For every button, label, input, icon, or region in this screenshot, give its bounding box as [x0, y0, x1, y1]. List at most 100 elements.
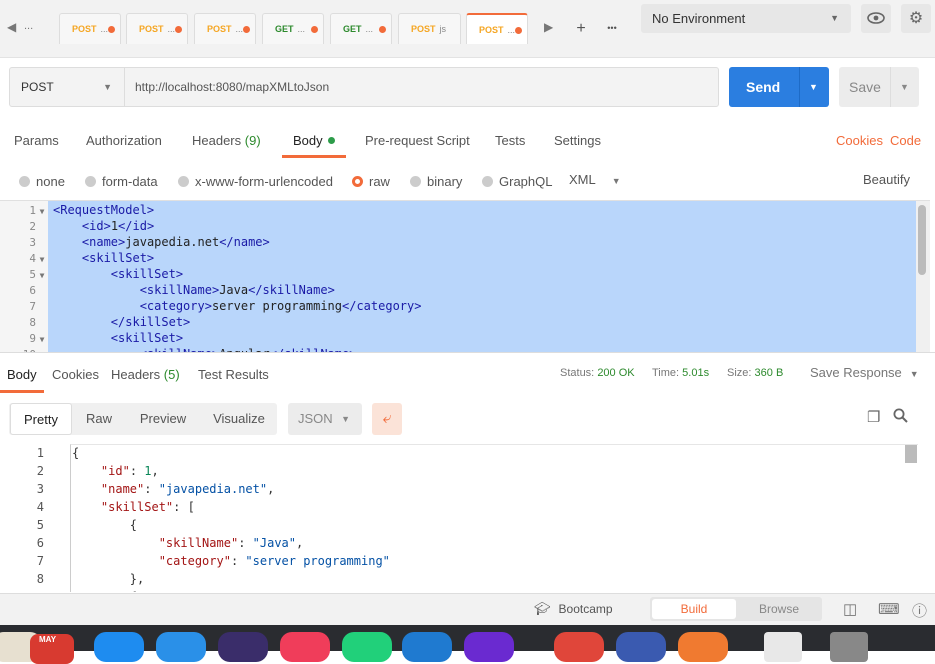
method-select[interactable]: POST ▼	[9, 67, 125, 107]
request-tab[interactable]: GET...	[330, 13, 392, 44]
pycharm-app-icon[interactable]	[342, 632, 392, 662]
finder-app-icon[interactable]	[94, 632, 144, 662]
app-icon[interactable]	[616, 632, 666, 662]
response-scrollbar-thumb[interactable]	[905, 445, 917, 463]
request-tab[interactable]: POST...	[194, 13, 256, 44]
url-input[interactable]: http://localhost:8080/mapXMLtoJson	[124, 67, 719, 107]
radio-binary-label: binary	[427, 174, 463, 189]
help-icon[interactable]: ⓘ	[912, 600, 927, 621]
request-tab-method: POST	[479, 25, 504, 35]
response-tab-headers[interactable]: Headers (5)	[111, 367, 180, 393]
unsaved-changes-dot[interactable]	[108, 26, 115, 33]
request-tab-name: ...	[507, 25, 516, 35]
radio-graphql[interactable]: GraphQL	[482, 174, 552, 189]
response-language-select[interactable]: JSON ▼	[288, 403, 362, 435]
app-icon[interactable]	[218, 632, 268, 662]
beautify-button[interactable]: Beautify	[863, 172, 910, 187]
json-string: "server programming"	[245, 554, 390, 568]
response-tab-cookies[interactable]: Cookies	[52, 367, 99, 393]
browse-mode-button[interactable]: Browse	[738, 599, 820, 619]
unsaved-changes-dot[interactable]	[379, 26, 386, 33]
postman-app-icon[interactable]	[678, 632, 728, 662]
line-number: 3	[36, 482, 44, 496]
search-icon[interactable]	[893, 408, 908, 427]
wrap-lines-icon[interactable]: ⤶	[372, 403, 402, 435]
response-line: 4 "skillSet": [	[0, 498, 195, 516]
tab-headers[interactable]: Headers (9)	[192, 133, 261, 157]
trash-icon[interactable]	[830, 632, 868, 662]
intellij-app-icon[interactable]	[464, 632, 514, 662]
request-tab[interactable]: POST...	[466, 13, 528, 44]
unsaved-changes-dot[interactable]	[243, 26, 250, 33]
request-tab[interactable]: POST...	[59, 13, 121, 44]
keyboard-shortcuts-icon[interactable]: ⌨	[878, 600, 900, 618]
editor-scrollbar-thumb[interactable]	[918, 205, 926, 275]
radio-urlencoded[interactable]: x-www-form-urlencoded	[178, 174, 333, 189]
tab-settings[interactable]: Settings	[554, 133, 601, 157]
request-body-editor[interactable]: 1 ▼ <RequestModel> 2 <id>1</id> 3 <name>java…	[0, 200, 930, 352]
unsaved-changes-dot[interactable]	[515, 27, 522, 34]
code-link[interactable]: Code	[890, 133, 921, 157]
body-format-select[interactable]: XML ▼	[569, 172, 621, 187]
json-key: "name"	[100, 482, 145, 496]
radio-raw[interactable]: raw	[352, 174, 390, 189]
cookies-link[interactable]: Cookies	[836, 133, 883, 157]
calendar-app-icon[interactable]: MAY	[30, 634, 74, 664]
response-body-viewer[interactable]: 1{2 "id": 1, 3 "name": "javapedia.net", 4 …	[0, 444, 930, 592]
save-response-button[interactable]: Save Response ▼	[810, 365, 919, 380]
code-text: <skillSet>	[53, 250, 154, 266]
line-number: 6	[29, 284, 36, 297]
line-number: 3	[29, 236, 36, 249]
request-tab[interactable]: GET...	[262, 13, 324, 44]
format-preview-button[interactable]: Preview	[132, 403, 194, 435]
bootcamp-button[interactable]: 🎓︎ Bootcamp	[534, 601, 613, 617]
response-tab-test-results[interactable]: Test Results	[198, 367, 269, 393]
scroll-tabs-right-icon[interactable]: ▶	[544, 20, 553, 34]
manage-environments-gear-icon[interactable]: ⚙	[901, 4, 931, 33]
format-visualize-button[interactable]: Visualize	[204, 403, 274, 435]
editor-line: 3 <name>javapedia.net</name>	[0, 234, 269, 250]
response-tab-body[interactable]: Body	[0, 367, 44, 393]
format-raw-button[interactable]: Raw	[76, 403, 122, 435]
save-button[interactable]: Save ▼	[839, 67, 919, 107]
tab-pre-request-script[interactable]: Pre-request Script	[365, 133, 470, 157]
chevron-down-icon: ▼	[909, 369, 919, 379]
format-pretty-button[interactable]: Pretty	[10, 403, 72, 435]
two-pane-view-icon[interactable]: ◫	[843, 600, 857, 618]
tab-body[interactable]: Body	[282, 133, 346, 158]
document-icon[interactable]	[764, 632, 802, 662]
environment-select[interactable]: No Environment ▼	[641, 4, 851, 33]
send-button[interactable]: Send ▼	[729, 67, 829, 107]
request-tab[interactable]: POST...	[126, 13, 188, 44]
radio-form-data[interactable]: form-data	[85, 174, 158, 189]
tab-tests[interactable]: Tests	[495, 133, 525, 157]
method-label: POST	[21, 80, 54, 94]
time-value: 5.01s	[682, 367, 710, 379]
environment-quick-look-eye-icon[interactable]	[861, 4, 891, 33]
xml-text: Java	[219, 283, 249, 297]
send-options-chevron-icon[interactable]: ▼	[809, 67, 818, 107]
tab-options-icon[interactable]: •••	[597, 13, 627, 44]
chrome-app-icon[interactable]	[554, 632, 604, 662]
build-mode-button[interactable]: Build	[652, 599, 736, 619]
json-number: 1	[144, 464, 152, 478]
copy-icon[interactable]: ❐	[867, 408, 880, 426]
radio-none[interactable]: none	[19, 174, 65, 189]
save-options-chevron-icon[interactable]: ▼	[900, 67, 909, 107]
unsaved-changes-dot[interactable]	[311, 26, 318, 33]
music-app-icon[interactable]	[280, 632, 330, 662]
tab-authorization[interactable]: Authorization	[86, 133, 162, 157]
new-tab-button[interactable]: +	[566, 13, 596, 44]
vscode-app-icon[interactable]	[402, 632, 452, 662]
scroll-tabs-left-icon[interactable]: ◀	[7, 20, 16, 34]
unsaved-changes-dot[interactable]	[175, 26, 182, 33]
request-tab[interactable]: POST js	[398, 13, 461, 44]
radio-binary[interactable]: binary	[410, 174, 462, 189]
line-number: 8	[29, 316, 36, 329]
prev-tab-overflow[interactable]: ...	[24, 20, 33, 32]
app-store-icon[interactable]	[156, 632, 206, 662]
tab-params[interactable]: Params	[14, 133, 59, 157]
xml-open-tag: <name>	[81, 235, 126, 249]
